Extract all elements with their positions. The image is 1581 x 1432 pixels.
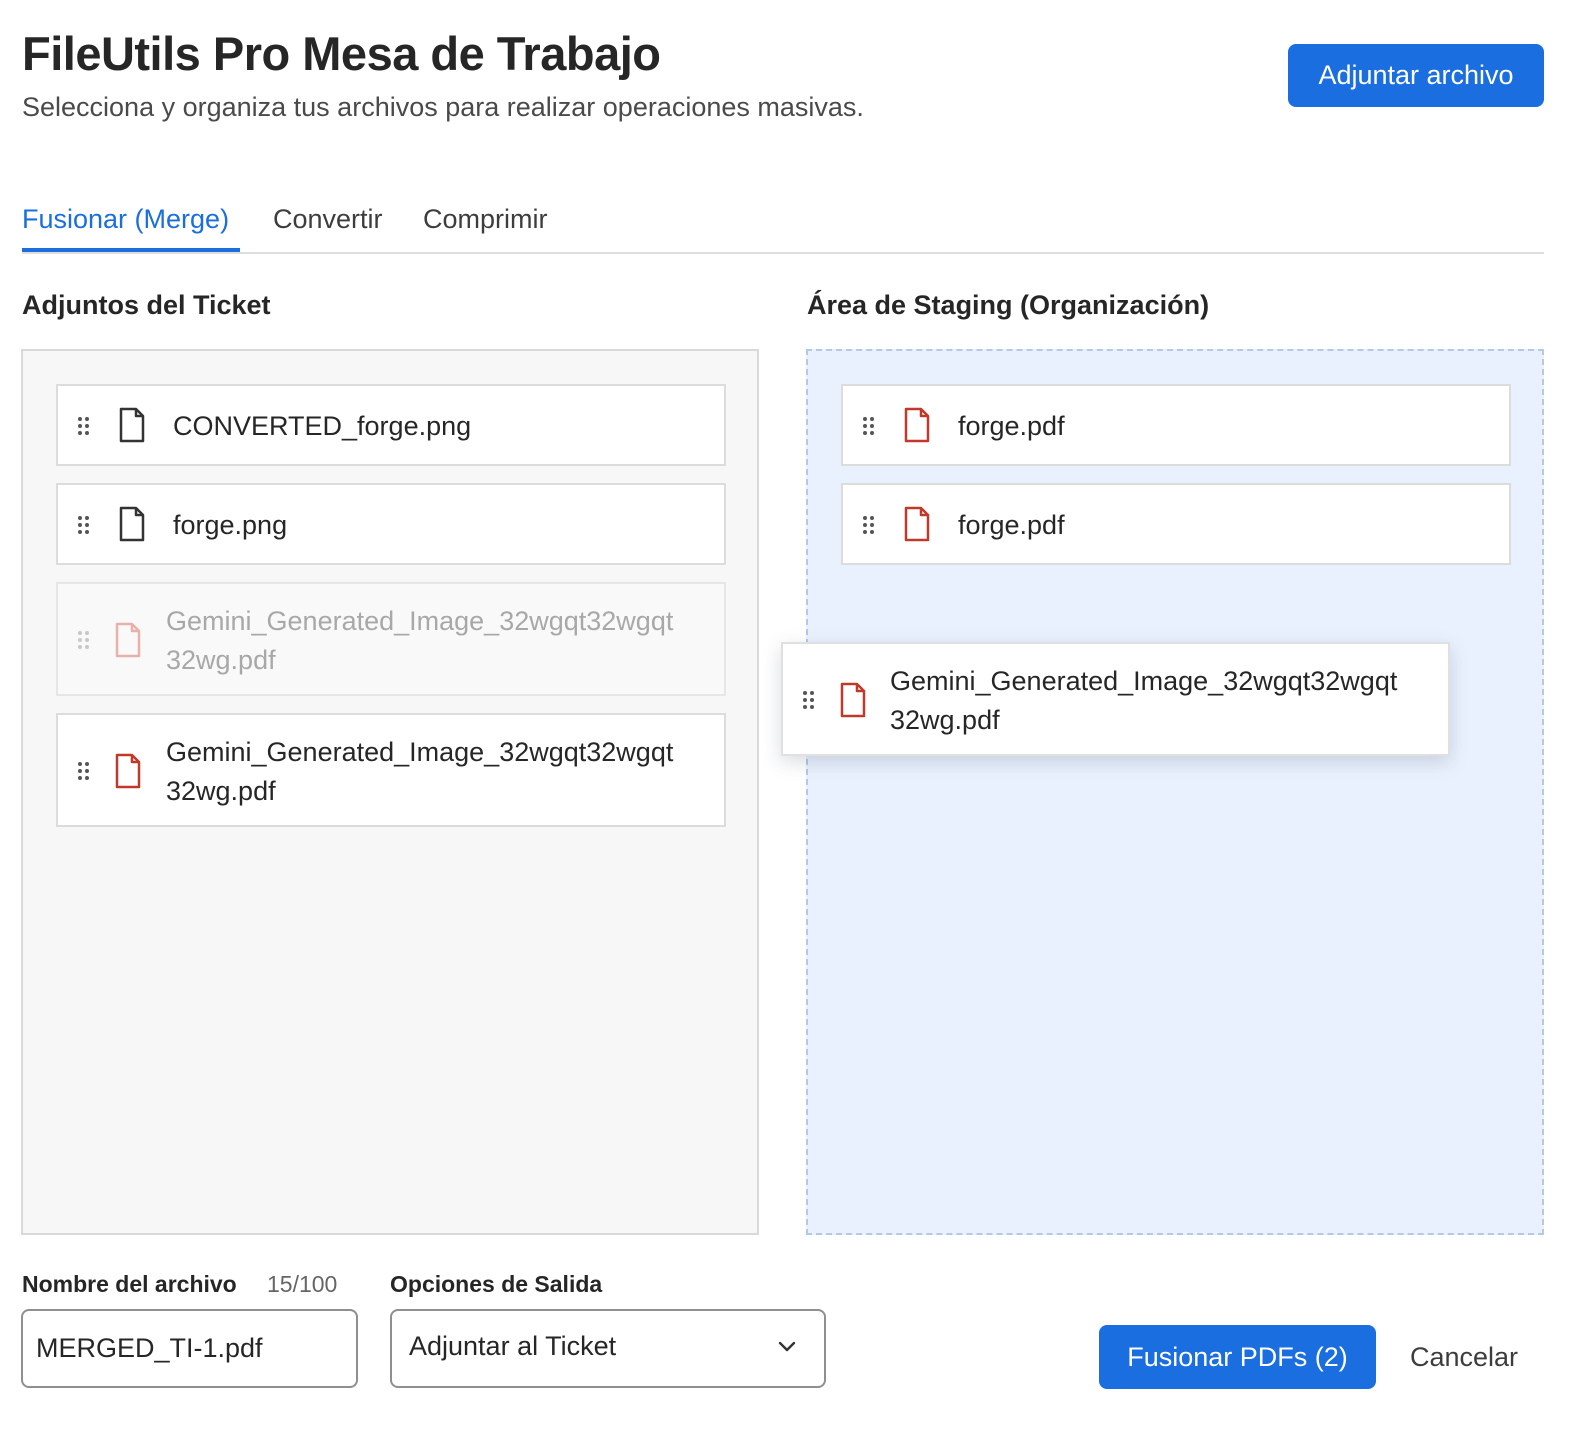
tab-bar: Fusionar (Merge) Convertir Comprimir — [22, 196, 1544, 254]
drag-preview-item[interactable]: Gemini_Generated_Image_32wgqt32wgqt 32wg… — [781, 642, 1450, 756]
file-name-line1: Gemini_Generated_Image_32wgqt32wgqt — [166, 737, 674, 767]
drag-handle-icon[interactable] — [863, 417, 875, 435]
attach-file-button[interactable]: Adjuntar archivo — [1288, 44, 1544, 107]
output-options-select[interactable]: Adjuntar al Ticket — [390, 1309, 826, 1388]
drag-handle-icon[interactable] — [863, 516, 875, 534]
file-name-line1: Gemini_Generated_Image_32wgqt32wgqt — [166, 606, 674, 636]
pdf-file-icon — [115, 753, 141, 789]
tab-convert[interactable]: Convertir — [273, 204, 383, 235]
file-name-line2: 32wg.pdf — [890, 705, 1000, 735]
file-name: forge.pdf — [958, 510, 1065, 540]
page-title: FileUtils Pro Mesa de Trabajo — [22, 27, 661, 80]
pdf-file-icon — [904, 407, 930, 443]
pdf-file-icon — [115, 622, 141, 658]
active-tab-indicator — [22, 248, 240, 252]
cancel-button[interactable]: Cancelar — [1392, 1325, 1536, 1389]
list-item[interactable]: CONVERTED_forge.png — [56, 384, 726, 466]
pdf-file-icon — [840, 682, 866, 718]
drag-placeholder-item: Gemini_Generated_Image_32wgqt32wgqt 32wg… — [56, 582, 726, 696]
filename-label: Nombre del archivo — [22, 1271, 237, 1297]
list-item[interactable]: forge.pdf — [841, 483, 1511, 565]
merge-pdfs-button[interactable]: Fusionar PDFs (2) — [1099, 1325, 1376, 1389]
file-name: forge.pdf — [958, 411, 1065, 441]
pdf-file-icon — [904, 506, 930, 542]
list-item[interactable]: Gemini_Generated_Image_32wgqt32wgqt 32wg… — [56, 713, 726, 827]
output-options-label: Opciones de Salida — [390, 1271, 603, 1297]
file-name: CONVERTED_forge.png — [173, 411, 472, 441]
list-item[interactable]: forge.pdf — [841, 384, 1511, 466]
drag-handle-icon[interactable] — [803, 691, 815, 709]
drag-handle-icon — [78, 631, 90, 649]
file-name-line2: 32wg.pdf — [166, 645, 276, 675]
tab-merge[interactable]: Fusionar (Merge) — [22, 204, 229, 235]
staging-area-heading: Área de Staging (Organización) — [807, 290, 1210, 320]
ticket-attachments-heading: Adjuntos del Ticket — [22, 290, 271, 320]
list-item[interactable]: forge.png — [56, 483, 726, 565]
file-name: forge.png — [173, 510, 288, 540]
chevron-down-icon — [778, 1341, 796, 1352]
filename-input[interactable] — [21, 1309, 358, 1388]
ticket-attachments-list[interactable]: CONVERTED_forge.png forge.png Gemini_Gen… — [21, 349, 759, 1235]
drag-handle-icon[interactable] — [78, 417, 90, 435]
file-icon — [119, 506, 145, 542]
filename-char-count: 15/100 — [267, 1271, 338, 1297]
file-name-line1: Gemini_Generated_Image_32wgqt32wgqt — [890, 666, 1398, 696]
page-subtitle: Selecciona y organiza tus archivos para … — [22, 92, 864, 122]
staging-drop-zone[interactable]: forge.pdf forge.pdf — [806, 349, 1544, 1235]
tab-compress[interactable]: Comprimir — [423, 204, 548, 235]
drag-handle-icon[interactable] — [78, 762, 90, 780]
drag-handle-icon[interactable] — [78, 516, 90, 534]
output-options-value: Adjuntar al Ticket — [409, 1331, 617, 1361]
file-name-line2: 32wg.pdf — [166, 776, 276, 806]
file-icon — [119, 407, 145, 443]
